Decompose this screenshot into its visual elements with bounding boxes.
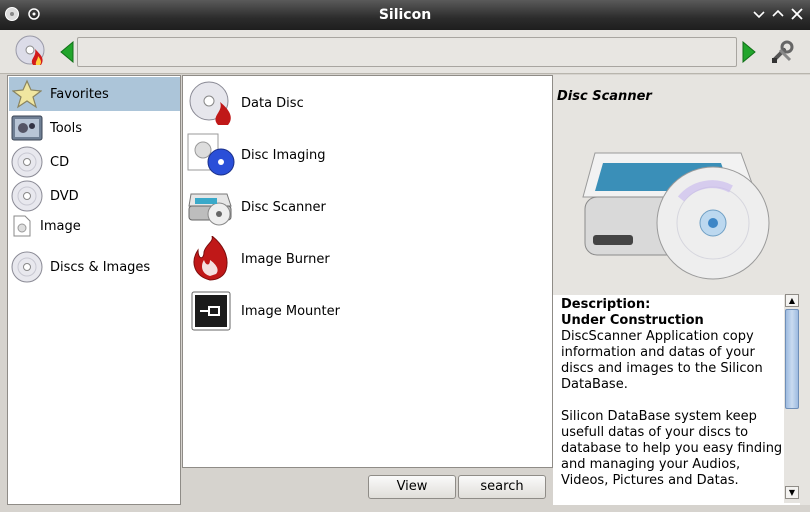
data-disc-icon <box>187 78 235 128</box>
sidebar-item-cd[interactable]: CD <box>9 145 180 179</box>
sidebar-item-dvd[interactable]: DVD <box>9 179 180 213</box>
app-label: Image Mounter <box>241 303 340 319</box>
window-title: Silicon <box>378 7 432 23</box>
star-icon <box>9 77 45 111</box>
image-file-icon <box>9 209 35 243</box>
dvd-icon <box>9 179 45 213</box>
sidebar-item-tools[interactable]: Tools <box>9 111 180 145</box>
address-bar[interactable] <box>77 37 737 67</box>
description-heading: Description: <box>561 297 651 312</box>
list-item-disc-imaging[interactable]: Disc Imaging <box>187 130 547 180</box>
description-scrollbar[interactable]: ▲ ▼ <box>784 293 800 503</box>
details-title: Disc Scanner <box>557 89 652 104</box>
details-panel: Disc Scanner Description: Under Construc… <box>553 75 810 505</box>
disc-scanner-icon <box>187 182 235 232</box>
maximize-icon[interactable] <box>770 6 786 22</box>
discs-icon <box>9 250 45 284</box>
sidebar-item-label: DVD <box>50 188 79 204</box>
sidebar-item-label: Discs & Images <box>50 259 151 275</box>
description-box: Description: Under Construction DiscScan… <box>553 295 800 505</box>
minimize-icon[interactable] <box>751 6 767 22</box>
description-paragraph-2: Silicon DataBase system keep usefull dat… <box>561 409 783 488</box>
forward-arrow-icon[interactable] <box>741 40 757 67</box>
sidebar-item-image[interactable]: Image <box>9 211 180 241</box>
toolbar <box>0 30 810 74</box>
sidebar-item-label: Tools <box>50 120 83 136</box>
list-item-image-burner[interactable]: Image Burner <box>187 234 547 284</box>
app-label: Disc Scanner <box>241 199 326 215</box>
app-label: Image Burner <box>241 251 330 267</box>
silicon-logo-icon[interactable] <box>15 35 47 71</box>
sidebar-item-label: Image <box>40 218 81 234</box>
settings-wrench-icon[interactable] <box>768 38 796 70</box>
description-status: Under Construction <box>561 313 704 328</box>
app-label: Data Disc <box>241 95 304 111</box>
image-burner-icon <box>187 234 235 284</box>
scroll-down-icon[interactable]: ▼ <box>785 486 799 499</box>
search-button[interactable]: search <box>458 475 546 499</box>
app-label: Disc Imaging <box>241 147 326 163</box>
sidebar-item-favorites[interactable]: Favorites <box>9 77 180 111</box>
disc-imaging-icon <box>187 130 235 180</box>
view-button[interactable]: View <box>368 475 456 499</box>
category-sidebar: Favorites Tools CD DVD Image Discs & Ima… <box>7 75 181 505</box>
list-item-disc-scanner[interactable]: Disc Scanner <box>187 182 547 232</box>
image-mounter-icon <box>187 286 235 336</box>
scroll-up-icon[interactable]: ▲ <box>785 294 799 307</box>
description-text: Description: Under Construction DiscScan… <box>561 297 786 489</box>
sidebar-item-label: CD <box>50 154 70 170</box>
app-list: Data Disc Disc Imaging Disc Scanner Imag… <box>182 75 553 468</box>
sidebar-item-label: Favorites <box>50 86 109 102</box>
scroll-thumb[interactable] <box>785 309 799 409</box>
tools-icon <box>9 111 45 145</box>
cd-icon <box>9 145 45 179</box>
description-paragraph-1: DiscScanner Application copy information… <box>561 329 763 392</box>
disc-scanner-large-icon <box>581 141 771 285</box>
close-icon[interactable] <box>789 6 805 22</box>
title-bar: Silicon <box>0 0 810 30</box>
back-arrow-icon[interactable] <box>59 40 75 67</box>
sidebar-item-discs-images[interactable]: Discs & Images <box>9 250 180 284</box>
list-item-data-disc[interactable]: Data Disc <box>187 78 547 128</box>
list-item-image-mounter[interactable]: Image Mounter <box>187 286 547 336</box>
